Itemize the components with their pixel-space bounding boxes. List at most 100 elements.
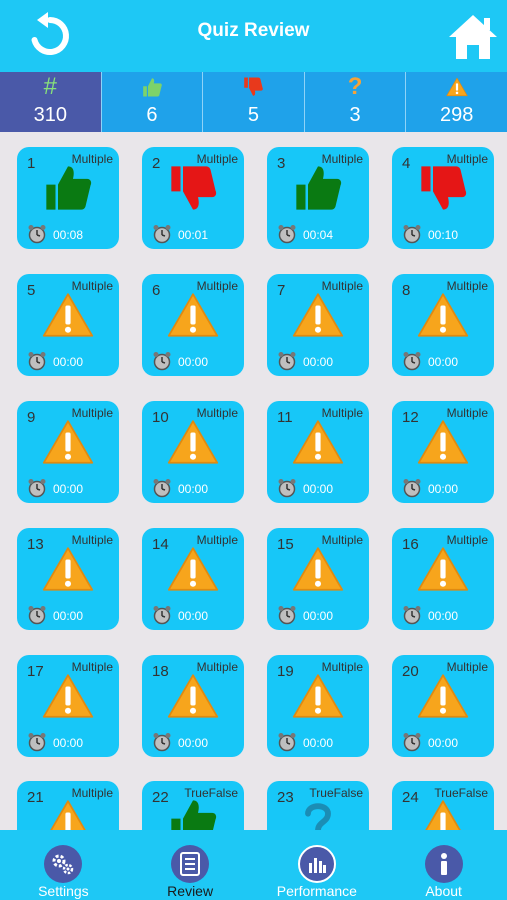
question-time: 00:00: [303, 482, 334, 496]
question-tile[interactable]: 3 Multiple 00:04: [267, 147, 369, 249]
question-tile[interactable]: 18 Multiple 00:00: [142, 655, 244, 757]
hash-icon: #: [43, 73, 57, 100]
question-number: 7: [277, 282, 286, 299]
question-time: 00:00: [53, 355, 84, 369]
question-tile[interactable]: 23 TrueFalse: [267, 781, 369, 830]
question-tile[interactable]: 13 Multiple 00:00: [17, 528, 119, 630]
question-number: 8: [402, 282, 411, 299]
alarm-clock-icon: [403, 352, 421, 371]
question-number: 9: [27, 409, 36, 426]
warning-icon: [417, 293, 469, 337]
tab-performance[interactable]: Performance: [254, 830, 381, 900]
warning-icon: [417, 547, 469, 591]
question-tile[interactable]: 22 TrueFalse: [142, 781, 244, 830]
question-tile[interactable]: 9 Multiple 00:00: [17, 401, 119, 503]
question-tile[interactable]: 2 Multiple 00:01: [142, 147, 244, 249]
question-tile[interactable]: 11 Multiple 00:00: [267, 401, 369, 503]
gear-icon: [44, 845, 83, 883]
warning-icon: [446, 77, 468, 97]
warning-icon: [50, 800, 86, 830]
alarm-clock-icon: [153, 225, 171, 244]
question-tile[interactable]: 4 Multiple 00:10: [392, 147, 494, 249]
warning-icon: [292, 547, 344, 591]
thumbs-down-icon: [171, 166, 217, 210]
alarm-clock-icon: [153, 606, 171, 625]
question-tile[interactable]: 14 Multiple 00:00: [142, 528, 244, 630]
question-tile[interactable]: 19 Multiple 00:00: [267, 655, 369, 757]
question-number: 1: [27, 155, 36, 172]
question-time: 00:08: [53, 228, 84, 242]
warning-icon: [167, 547, 219, 591]
warning-icon: [292, 420, 344, 464]
alarm-clock-icon: [28, 352, 46, 371]
warning-icon: [417, 674, 469, 718]
stat-correct-value: 6: [146, 104, 158, 126]
question-tile[interactable]: 20 Multiple 00:00: [392, 655, 494, 757]
home-icon[interactable]: [447, 12, 499, 62]
list-icon: [171, 845, 210, 883]
alarm-clock-icon: [28, 479, 46, 498]
question-time: 00:01: [178, 228, 209, 242]
warning-icon: [42, 420, 94, 464]
alarm-clock-icon: [278, 733, 296, 752]
warning-icon: [425, 800, 461, 830]
warning-icon: [42, 674, 94, 718]
question-time: 00:00: [303, 355, 334, 369]
alarm-clock-icon: [403, 733, 421, 752]
alarm-clock-icon: [153, 352, 171, 371]
tab-review[interactable]: Review: [127, 830, 254, 900]
question-tile[interactable]: 16 Multiple 00:00: [392, 528, 494, 630]
bar-chart-icon: [297, 845, 336, 883]
stat-wrong-value: 5: [247, 104, 260, 126]
alarm-clock-icon: [153, 733, 171, 752]
question-tile[interactable]: 10 Multiple 00:00: [142, 401, 244, 503]
alarm-clock-icon: [403, 479, 421, 498]
question-tile[interactable]: 1 Multiple 00:08: [17, 147, 119, 249]
thumbs-down-icon: [421, 166, 467, 210]
stat-wrong[interactable]: 5: [202, 72, 304, 132]
stat-skipped[interactable]: ? 3: [303, 72, 406, 132]
tab-settings-label: Settings: [38, 883, 89, 899]
question-number: 6: [152, 282, 161, 299]
tab-about[interactable]: About: [380, 830, 507, 900]
stat-unanswered[interactable]: 298: [405, 72, 507, 132]
alarm-clock-icon: [403, 225, 421, 244]
question-time: 00:10: [428, 228, 459, 242]
question-tile[interactable]: 6 Multiple 00:00: [142, 274, 244, 376]
question-time: 00:00: [178, 355, 209, 369]
alarm-clock-icon: [278, 352, 296, 371]
question-time: 00:00: [178, 736, 209, 750]
alarm-clock-icon: [28, 733, 46, 752]
question-time: 00:00: [428, 609, 459, 623]
tab-settings[interactable]: Settings: [0, 830, 127, 900]
question-tile[interactable]: 24 TrueFalse: [392, 781, 494, 830]
alarm-clock-icon: [28, 225, 46, 244]
tab-about-label: About: [425, 883, 462, 899]
stat-correct[interactable]: 6: [100, 72, 203, 132]
tab-bar: Settings Review Performance About: [0, 830, 507, 900]
question-time: 00:00: [428, 482, 459, 496]
alarm-clock-icon: [28, 606, 46, 625]
warning-icon: [42, 547, 94, 591]
stat-skipped-value: 3: [349, 104, 361, 126]
alarm-clock-icon: [403, 606, 421, 625]
question-number: 2: [152, 155, 161, 172]
question-tile[interactable]: 5 Multiple 00:00: [17, 274, 119, 376]
question-time: 00:00: [303, 609, 334, 623]
question-tile[interactable]: 21 Multiple: [17, 781, 119, 830]
warning-icon: [167, 293, 219, 337]
stat-total[interactable]: # 310: [0, 72, 101, 132]
thumbs-up-icon: [46, 166, 92, 210]
question-tile[interactable]: 8 Multiple 00:00: [392, 274, 494, 376]
question-tile[interactable]: 17 Multiple 00:00: [17, 655, 119, 757]
warning-icon: [417, 420, 469, 464]
header-bar: Quiz Review: [0, 0, 507, 72]
alarm-clock-icon: [278, 225, 296, 244]
question-time: 00:00: [53, 736, 84, 750]
question-tile[interactable]: 15 Multiple 00:00: [267, 528, 369, 630]
warning-icon: [167, 674, 219, 718]
question-tile[interactable]: 7 Multiple 00:00: [267, 274, 369, 376]
question-time: 00:04: [303, 228, 334, 242]
warning-icon: [167, 420, 219, 464]
question-tile[interactable]: 12 Multiple 00:00: [392, 401, 494, 503]
